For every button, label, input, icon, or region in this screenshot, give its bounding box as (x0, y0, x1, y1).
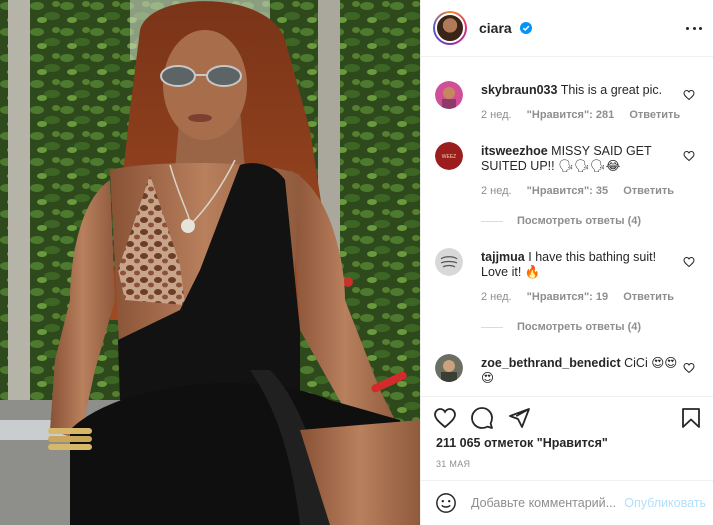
comment-body: itsweezhoe MISSY SAID GET SUITED UP!! 🗣🗣… (481, 144, 681, 174)
commenter-avatar[interactable] (435, 354, 463, 382)
comment-text: This is a great pic. (560, 83, 663, 97)
comments-list: skybraun033 This is a great pic. 2 нед. … (421, 58, 713, 396)
comment-username[interactable]: itsweezhoe (481, 144, 548, 158)
author-username[interactable]: ciara (479, 20, 532, 36)
comment-heart-icon[interactable] (683, 150, 695, 162)
reply-button[interactable]: Ответить (629, 109, 680, 121)
comment-input[interactable] (471, 493, 621, 513)
reply-button[interactable]: Ответить (623, 185, 674, 197)
comment-meta: 2 нед. "Нравится": 281 Ответить (481, 109, 692, 121)
commenter-avatar[interactable] (435, 81, 463, 109)
view-replies-label: Посмотреть ответы (4) (517, 215, 642, 227)
comment-body: tajjmua I have this bathing suit! Love i… (481, 250, 681, 280)
author-avatar-image (435, 13, 465, 43)
likes-count[interactable]: 211 065 отметок "Нравится" (436, 436, 608, 450)
post-date[interactable]: 31 МАЯ (436, 459, 470, 469)
add-comment-bar: Опубликовать (421, 480, 713, 525)
commenter-avatar[interactable] (435, 248, 463, 276)
more-options-icon[interactable] (686, 22, 702, 34)
comment-heart-icon[interactable] (683, 256, 695, 268)
comment-bubble-icon[interactable] (470, 406, 494, 430)
view-replies-button[interactable]: Посмотреть ответы (4) (481, 321, 641, 333)
emoji-icon[interactable] (435, 492, 457, 514)
comment-meta: 2 нед. "Нравится": 35 Ответить (481, 185, 686, 197)
heart-icon[interactable] (433, 406, 457, 430)
comment-likes[interactable]: "Нравится": 19 (527, 291, 608, 303)
comment-age: 2 нед. (481, 291, 512, 303)
paper-plane-icon[interactable] (507, 406, 531, 430)
author-username-text: ciara (479, 20, 512, 36)
post-image[interactable] (0, 0, 420, 525)
comment-age: 2 нед. (481, 109, 512, 121)
comment-username[interactable]: zoe_bethrand_benedict (481, 356, 621, 370)
comment-username[interactable]: tajjmua (481, 250, 525, 264)
verified-badge-icon (519, 22, 532, 34)
reply-button[interactable]: Ответить (623, 291, 674, 303)
view-replies-label: Посмотреть ответы (4) (517, 321, 642, 333)
post-details-panel: ciara skybraun033 This is a great pic. 2… (420, 0, 713, 525)
author-avatar[interactable] (433, 11, 467, 45)
comment-likes[interactable]: "Нравится": 35 (527, 185, 608, 197)
commenter-avatar[interactable]: WEEZ (435, 142, 463, 170)
comment-likes[interactable]: "Нравится": 281 (527, 109, 615, 121)
comment-body: zoe_bethrand_benedict CiCi 😍😍😍 (481, 356, 681, 386)
comment-body: skybraun033 This is a great pic. (481, 83, 681, 98)
post-actions-bar (421, 396, 713, 436)
comment-username[interactable]: skybraun033 (481, 83, 557, 97)
instagram-post-modal: ciara skybraun033 This is a great pic. 2… (0, 0, 713, 525)
bookmark-icon[interactable] (679, 406, 703, 430)
comment-heart-icon[interactable] (683, 89, 695, 101)
comment-age: 2 нед. (481, 185, 512, 197)
comment-meta: 2 нед. "Нравится": 19 Ответить (481, 291, 686, 303)
post-header: ciara (421, 0, 713, 57)
post-photo-illustration (0, 0, 420, 525)
svg-text:WEEZ: WEEZ (442, 154, 456, 160)
comment-heart-icon[interactable] (683, 362, 695, 374)
publish-comment-button[interactable]: Опубликовать (624, 496, 706, 510)
view-replies-button[interactable]: Посмотреть ответы (4) (481, 215, 641, 227)
